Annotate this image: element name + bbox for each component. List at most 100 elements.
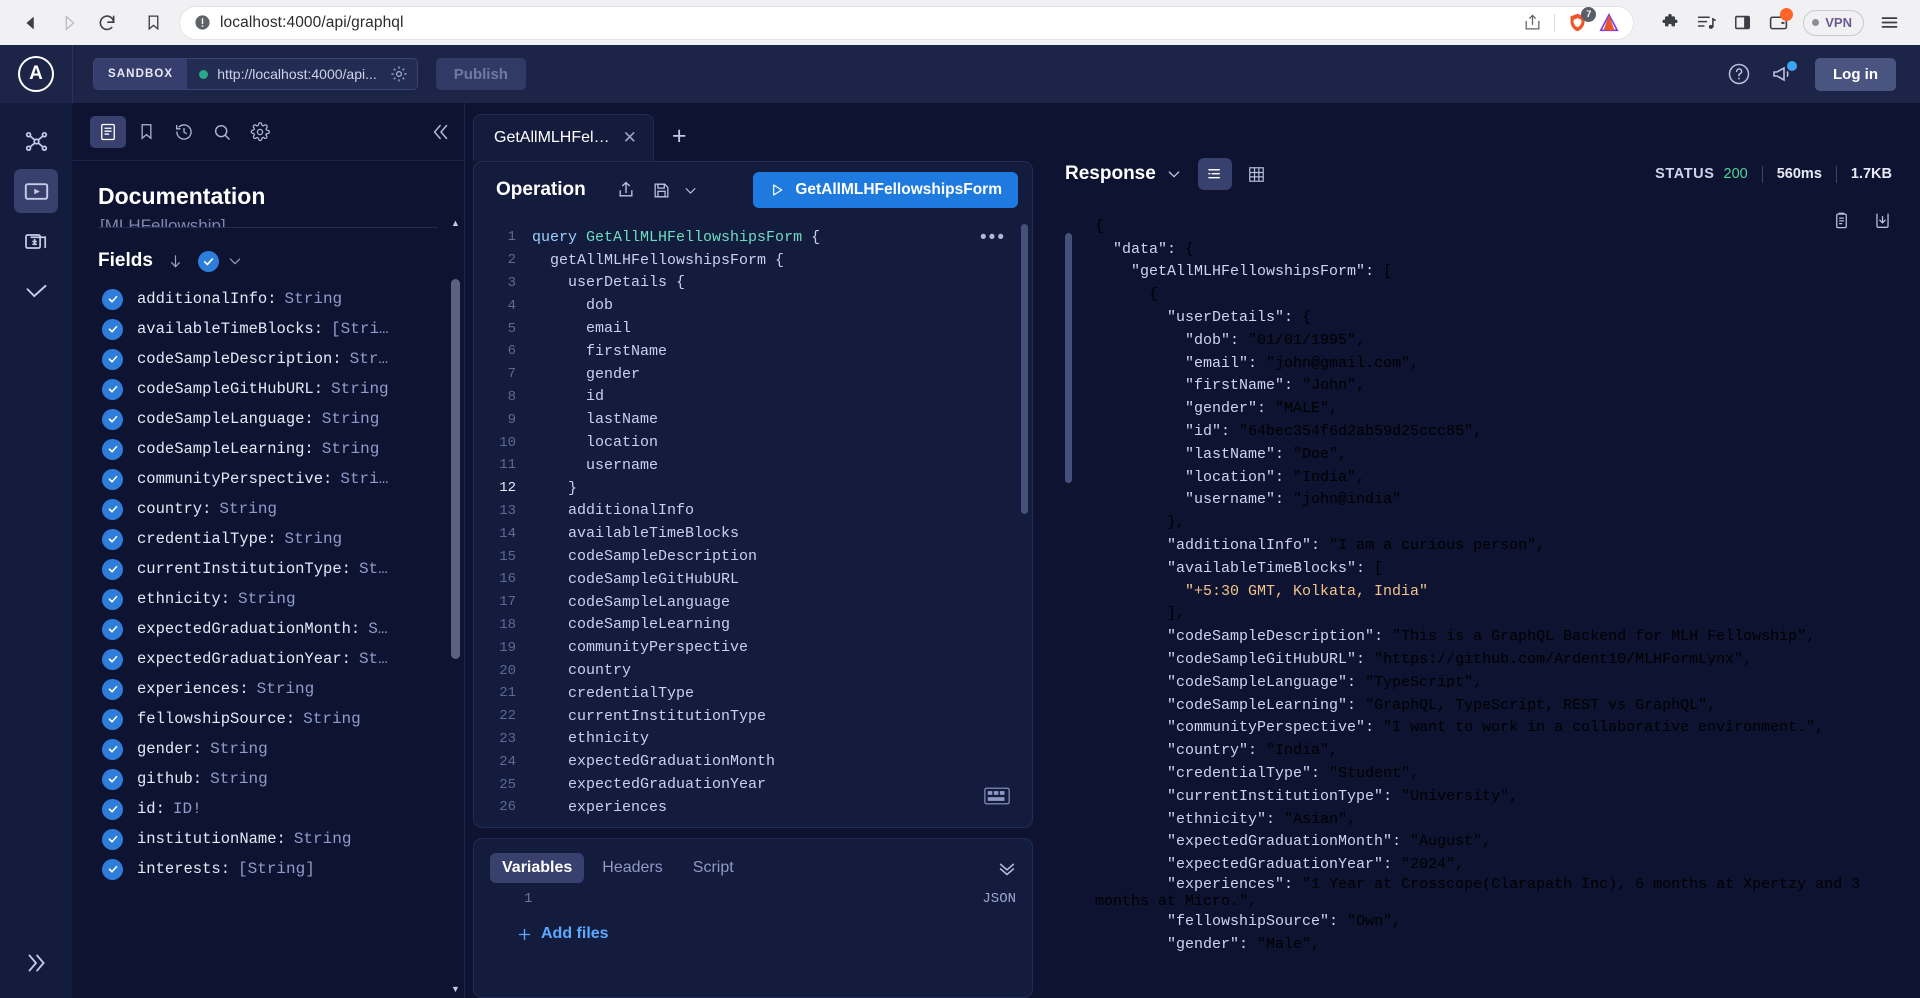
announcements-megaphone-icon[interactable]	[1771, 62, 1795, 86]
operation-tab[interactable]: GetAllMLHFel… ✕	[473, 114, 654, 161]
field-row[interactable]: expectedGraduationYear:St…	[72, 644, 464, 674]
close-icon[interactable]: ✕	[623, 128, 637, 148]
field-row[interactable]: currentInstitutionType:St…	[72, 554, 464, 584]
field-row[interactable]: gender:String	[72, 734, 464, 764]
field-checkbox-icon[interactable]	[102, 679, 123, 700]
chevron-down-icon[interactable]	[680, 175, 702, 205]
menu-icon[interactable]	[1872, 6, 1906, 40]
field-row[interactable]: codeSampleLanguage:String	[72, 404, 464, 434]
scroll-down-arrow[interactable]: ▼	[451, 985, 460, 994]
field-row[interactable]: expectedGraduationMonth:S…	[72, 614, 464, 644]
field-checkbox-icon[interactable]	[102, 859, 123, 880]
field-row[interactable]: communityPerspective:Stri…	[72, 464, 464, 494]
graphql-code-editor[interactable]: 1query GetAllMLHFellowshipsForm {2 getAl…	[474, 218, 1032, 827]
field-checkbox-icon[interactable]	[102, 829, 123, 850]
field-row[interactable]: credentialType:String	[72, 524, 464, 554]
scroll-up-arrow[interactable]: ▲	[451, 219, 460, 228]
add-files-button[interactable]: Add files	[516, 925, 609, 943]
history-icon[interactable]	[166, 116, 202, 148]
field-checkbox-icon[interactable]	[102, 469, 123, 490]
editor-more-options-icon[interactable]: •••	[980, 227, 1006, 249]
field-checkbox-icon[interactable]	[102, 379, 123, 400]
field-checkbox-icon[interactable]	[102, 409, 123, 430]
login-button[interactable]: Log in	[1815, 58, 1896, 91]
endpoint-selector[interactable]: SANDBOX http://localhost:4000/api...	[93, 58, 418, 90]
field-row[interactable]: additionalInfo:String	[72, 284, 464, 314]
settings-icon[interactable]	[242, 116, 278, 148]
apollo-logo[interactable]: A	[0, 56, 72, 92]
tab-script[interactable]: Script	[681, 853, 746, 883]
search-icon[interactable]	[204, 116, 240, 148]
bat-rewards-icon[interactable]	[1595, 9, 1623, 37]
field-row[interactable]: experiences:String	[72, 674, 464, 704]
field-checkbox-icon[interactable]	[102, 589, 123, 610]
editor-scrollbar-thumb[interactable]	[1021, 224, 1028, 514]
run-operation-button[interactable]: GetAllMLHFellowshipsForm	[753, 172, 1018, 208]
field-row[interactable]: github:String	[72, 764, 464, 794]
share-operation-icon[interactable]	[608, 175, 644, 205]
fields-filter-check-icon[interactable]	[198, 251, 219, 272]
response-json-view-icon[interactable]	[1198, 158, 1232, 190]
playlist-icon[interactable]	[1689, 6, 1723, 40]
tab-headers[interactable]: Headers	[590, 853, 674, 883]
response-scrollbar-thumb[interactable]	[1065, 233, 1072, 483]
collapse-panel-icon[interactable]	[430, 121, 452, 143]
variables-editor[interactable]: 1 JSON Add files	[474, 883, 1032, 997]
tab-variables[interactable]: Variables	[490, 853, 584, 883]
field-checkbox-icon[interactable]	[102, 319, 123, 340]
browser-back-button[interactable]	[14, 6, 48, 40]
browser-reload-button[interactable]	[90, 6, 124, 40]
field-checkbox-icon[interactable]	[102, 529, 123, 550]
schema-graph-icon[interactable]	[14, 119, 58, 163]
scrollbar-thumb[interactable]	[451, 279, 460, 659]
documentation-scrollbar[interactable]: ▲ ▼	[451, 219, 460, 998]
sidebar-icon[interactable]	[1725, 6, 1759, 40]
field-row[interactable]: codeSampleDescription:Str…	[72, 344, 464, 374]
chevron-down-icon[interactable]	[227, 253, 243, 269]
checkmark-icon[interactable]	[14, 269, 58, 313]
gear-icon[interactable]	[386, 65, 408, 83]
field-checkbox-icon[interactable]	[102, 559, 123, 580]
puzzle-icon[interactable]	[1653, 6, 1687, 40]
rail-expand-icon[interactable]	[23, 950, 49, 976]
explorer-play-icon[interactable]	[14, 169, 58, 213]
field-row[interactable]: codeSampleGitHubURL:String	[72, 374, 464, 404]
download-icon[interactable]	[1873, 211, 1892, 230]
bookmark-icon[interactable]	[128, 116, 164, 148]
field-row[interactable]: id:ID!	[72, 794, 464, 824]
url-text[interactable]: localhost:4000/api/graphql	[212, 14, 1518, 32]
field-row[interactable]: codeSampleLearning:String	[72, 434, 464, 464]
brave-shields-icon[interactable]: 7	[1563, 9, 1591, 37]
publish-button[interactable]: Publish	[436, 58, 526, 90]
endpoint-url-field[interactable]: http://localhost:4000/api...	[187, 59, 417, 89]
field-row[interactable]: interests:[String]	[72, 854, 464, 884]
field-checkbox-icon[interactable]	[102, 619, 123, 640]
field-checkbox-icon[interactable]	[102, 739, 123, 760]
browser-forward-button[interactable]	[52, 6, 86, 40]
add-operation-tab-button[interactable]: +	[654, 122, 703, 161]
add-collection-icon[interactable]	[14, 219, 58, 263]
response-chevron-down-icon[interactable]	[1156, 166, 1198, 182]
field-checkbox-icon[interactable]	[102, 289, 123, 310]
save-operation-icon[interactable]	[644, 175, 680, 205]
field-checkbox-icon[interactable]	[102, 799, 123, 820]
keyboard-shortcuts-icon[interactable]	[984, 787, 1010, 805]
field-row[interactable]: availableTimeBlocks:[Stri…	[72, 314, 464, 344]
response-table-view-icon[interactable]	[1240, 158, 1274, 190]
field-checkbox-icon[interactable]	[102, 349, 123, 370]
share-icon[interactable]	[1518, 9, 1546, 37]
field-checkbox-icon[interactable]	[102, 499, 123, 520]
vpn-toggle[interactable]: VPN	[1803, 10, 1864, 36]
bookmark-icon[interactable]	[136, 6, 170, 40]
help-icon[interactable]	[1727, 62, 1751, 86]
response-body[interactable]: { "data": { "getAllMLHFellowshipsForm": …	[1065, 203, 1920, 998]
field-row[interactable]: institutionName:String	[72, 824, 464, 854]
site-info-icon[interactable]	[192, 13, 212, 33]
sort-arrow-icon[interactable]	[167, 253, 184, 270]
field-row[interactable]: ethnicity:String	[72, 584, 464, 614]
url-bar[interactable]: localhost:4000/api/graphql 7	[180, 7, 1633, 39]
field-checkbox-icon[interactable]	[102, 769, 123, 790]
field-checkbox-icon[interactable]	[102, 649, 123, 670]
collapse-variables-icon[interactable]	[996, 857, 1018, 879]
field-row[interactable]: fellowshipSource:String	[72, 704, 464, 734]
